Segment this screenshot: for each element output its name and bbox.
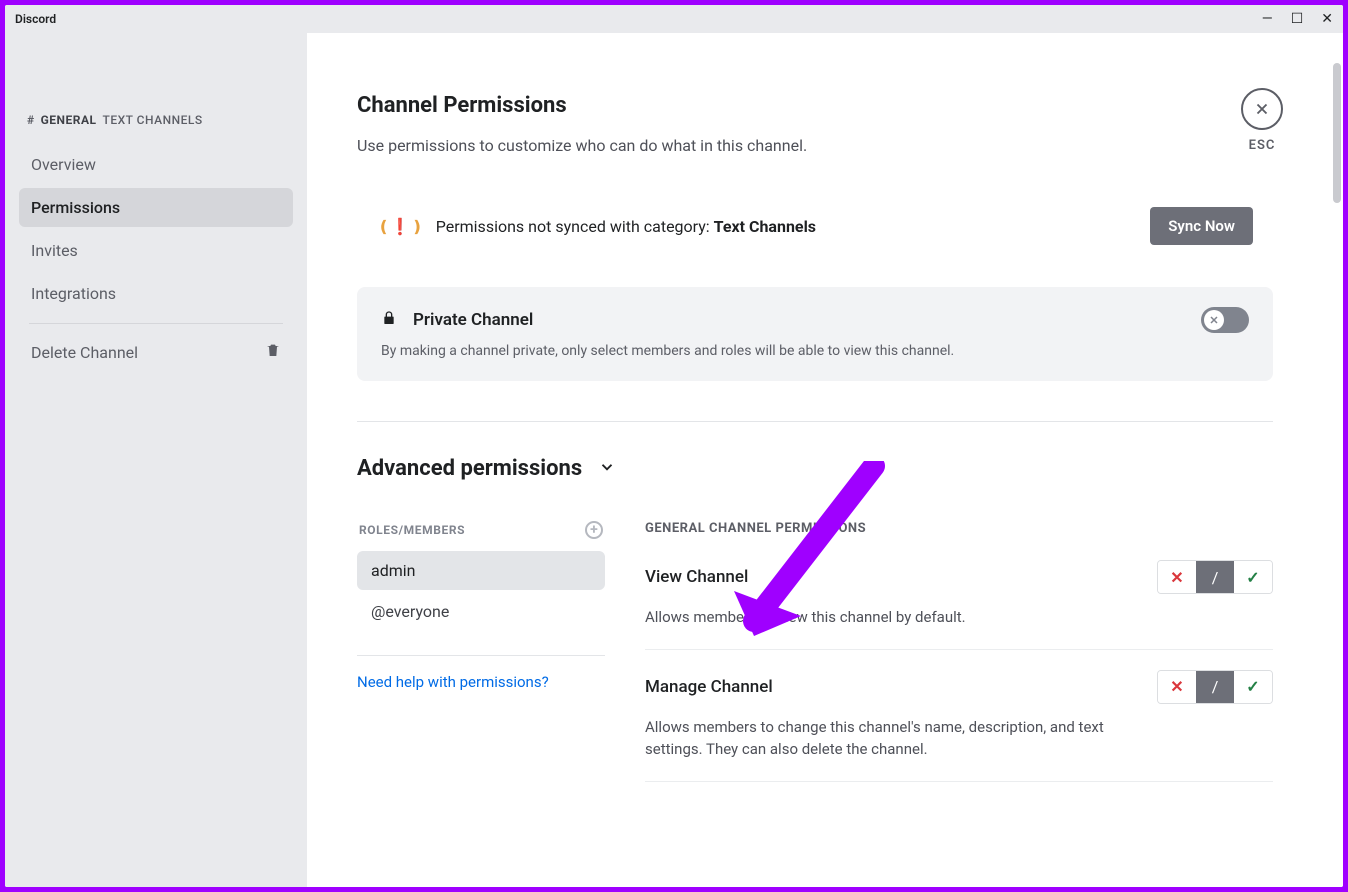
permission-neutral-button[interactable]: /	[1196, 671, 1234, 703]
permission-divider	[645, 649, 1273, 650]
permission-row-view-channel: View Channel ✕ / ✓ Allows members to vie…	[645, 560, 1273, 629]
channel-category: TEXT CHANNELS	[103, 113, 203, 127]
private-channel-description: By making a channel private, only select…	[381, 343, 1249, 359]
roles-column: ROLES/MEMBERS + admin @everyone Need hel…	[357, 521, 605, 802]
delete-channel-label: Delete Channel	[31, 343, 138, 362]
role-item-admin[interactable]: admin	[357, 551, 605, 590]
permission-name: Manage Channel	[645, 677, 773, 697]
sidebar-item-overview[interactable]: Overview	[19, 145, 293, 184]
permission-row-manage-channel: Manage Channel ✕ / ✓ Allows members to c…	[645, 670, 1273, 761]
app-body: # GENERAL TEXT CHANNELS Overview Permiss…	[5, 33, 1343, 887]
channel-name: GENERAL	[41, 113, 97, 127]
app-name: Discord	[15, 12, 56, 26]
permission-tri-toggle: ✕ / ✓	[1157, 560, 1273, 594]
private-channel-title: Private Channel	[413, 310, 533, 330]
permissions-section-header: GENERAL CHANNEL PERMISSIONS	[645, 521, 1273, 536]
close-label: ESC	[1241, 138, 1283, 153]
page-title: Channel Permissions	[357, 93, 1273, 118]
maximize-icon[interactable]: ☐	[1291, 11, 1304, 27]
permissions-columns: ROLES/MEMBERS + admin @everyone Need hel…	[357, 521, 1273, 802]
permission-description: Allows members to view this channel by d…	[645, 606, 1165, 629]
warning-icon: ❪❗❫	[377, 217, 424, 236]
permission-deny-button[interactable]: ✕	[1158, 671, 1196, 703]
role-item-everyone[interactable]: @everyone	[357, 592, 605, 631]
hash-icon: #	[27, 113, 35, 127]
roles-divider	[357, 655, 605, 656]
permission-allow-button[interactable]: ✓	[1234, 671, 1272, 703]
titlebar: Discord — ☐ ✕	[5, 5, 1343, 33]
sidebar-channel-header: # GENERAL TEXT CHANNELS	[27, 113, 293, 127]
minimize-icon[interactable]: —	[1262, 11, 1273, 27]
sync-text: Permissions not synced with category: Te…	[436, 217, 816, 236]
sidebar-item-integrations[interactable]: Integrations	[19, 274, 293, 313]
close-settings: ESC	[1241, 88, 1283, 153]
lock-icon	[381, 309, 397, 331]
roles-members-header: ROLES/MEMBERS	[359, 523, 465, 537]
close-button[interactable]	[1241, 88, 1283, 130]
permission-tri-toggle: ✕ / ✓	[1157, 670, 1273, 704]
permission-allow-button[interactable]: ✓	[1234, 561, 1272, 593]
settings-sidebar: # GENERAL TEXT CHANNELS Overview Permiss…	[5, 33, 307, 887]
content-area: ESC Channel Permissions Use permissions …	[307, 33, 1343, 887]
permission-divider	[645, 781, 1273, 782]
private-channel-card: Private Channel By making a channel priv…	[357, 287, 1273, 381]
chevron-down-icon	[598, 458, 616, 480]
sync-notice: ❪❗❫ Permissions not synced with category…	[357, 195, 1273, 257]
permission-name: View Channel	[645, 567, 748, 587]
permissions-list: GENERAL CHANNEL PERMISSIONS View Channel…	[645, 521, 1273, 802]
permission-description: Allows members to change this channel's …	[645, 716, 1165, 761]
sync-prefix: Permissions not synced with category:	[436, 217, 714, 236]
sidebar-item-invites[interactable]: Invites	[19, 231, 293, 270]
sidebar-delete-channel[interactable]: Delete Channel	[19, 332, 293, 372]
help-permissions-link[interactable]: Need help with permissions?	[357, 673, 549, 691]
advanced-permissions-title: Advanced permissions	[357, 456, 582, 481]
sync-category: Text Channels	[714, 217, 816, 236]
permission-neutral-button[interactable]: /	[1196, 561, 1234, 593]
app-window: Discord — ☐ ✕ # GENERAL TEXT CHANNELS Ov…	[5, 5, 1343, 887]
add-role-button[interactable]: +	[585, 521, 603, 539]
page-subtitle: Use permissions to customize who can do …	[357, 136, 1273, 155]
window-controls: — ☐ ✕	[1262, 11, 1333, 27]
permission-deny-button[interactable]: ✕	[1158, 561, 1196, 593]
sidebar-divider	[29, 323, 283, 324]
trash-icon	[265, 342, 281, 362]
toggle-thumb	[1204, 310, 1224, 330]
sync-now-button[interactable]: Sync Now	[1150, 207, 1253, 245]
advanced-permissions-header[interactable]: Advanced permissions	[357, 456, 1273, 481]
close-window-icon[interactable]: ✕	[1321, 11, 1333, 27]
sidebar-item-permissions[interactable]: Permissions	[19, 188, 293, 227]
section-divider	[357, 421, 1273, 422]
private-channel-toggle[interactable]	[1201, 307, 1249, 333]
